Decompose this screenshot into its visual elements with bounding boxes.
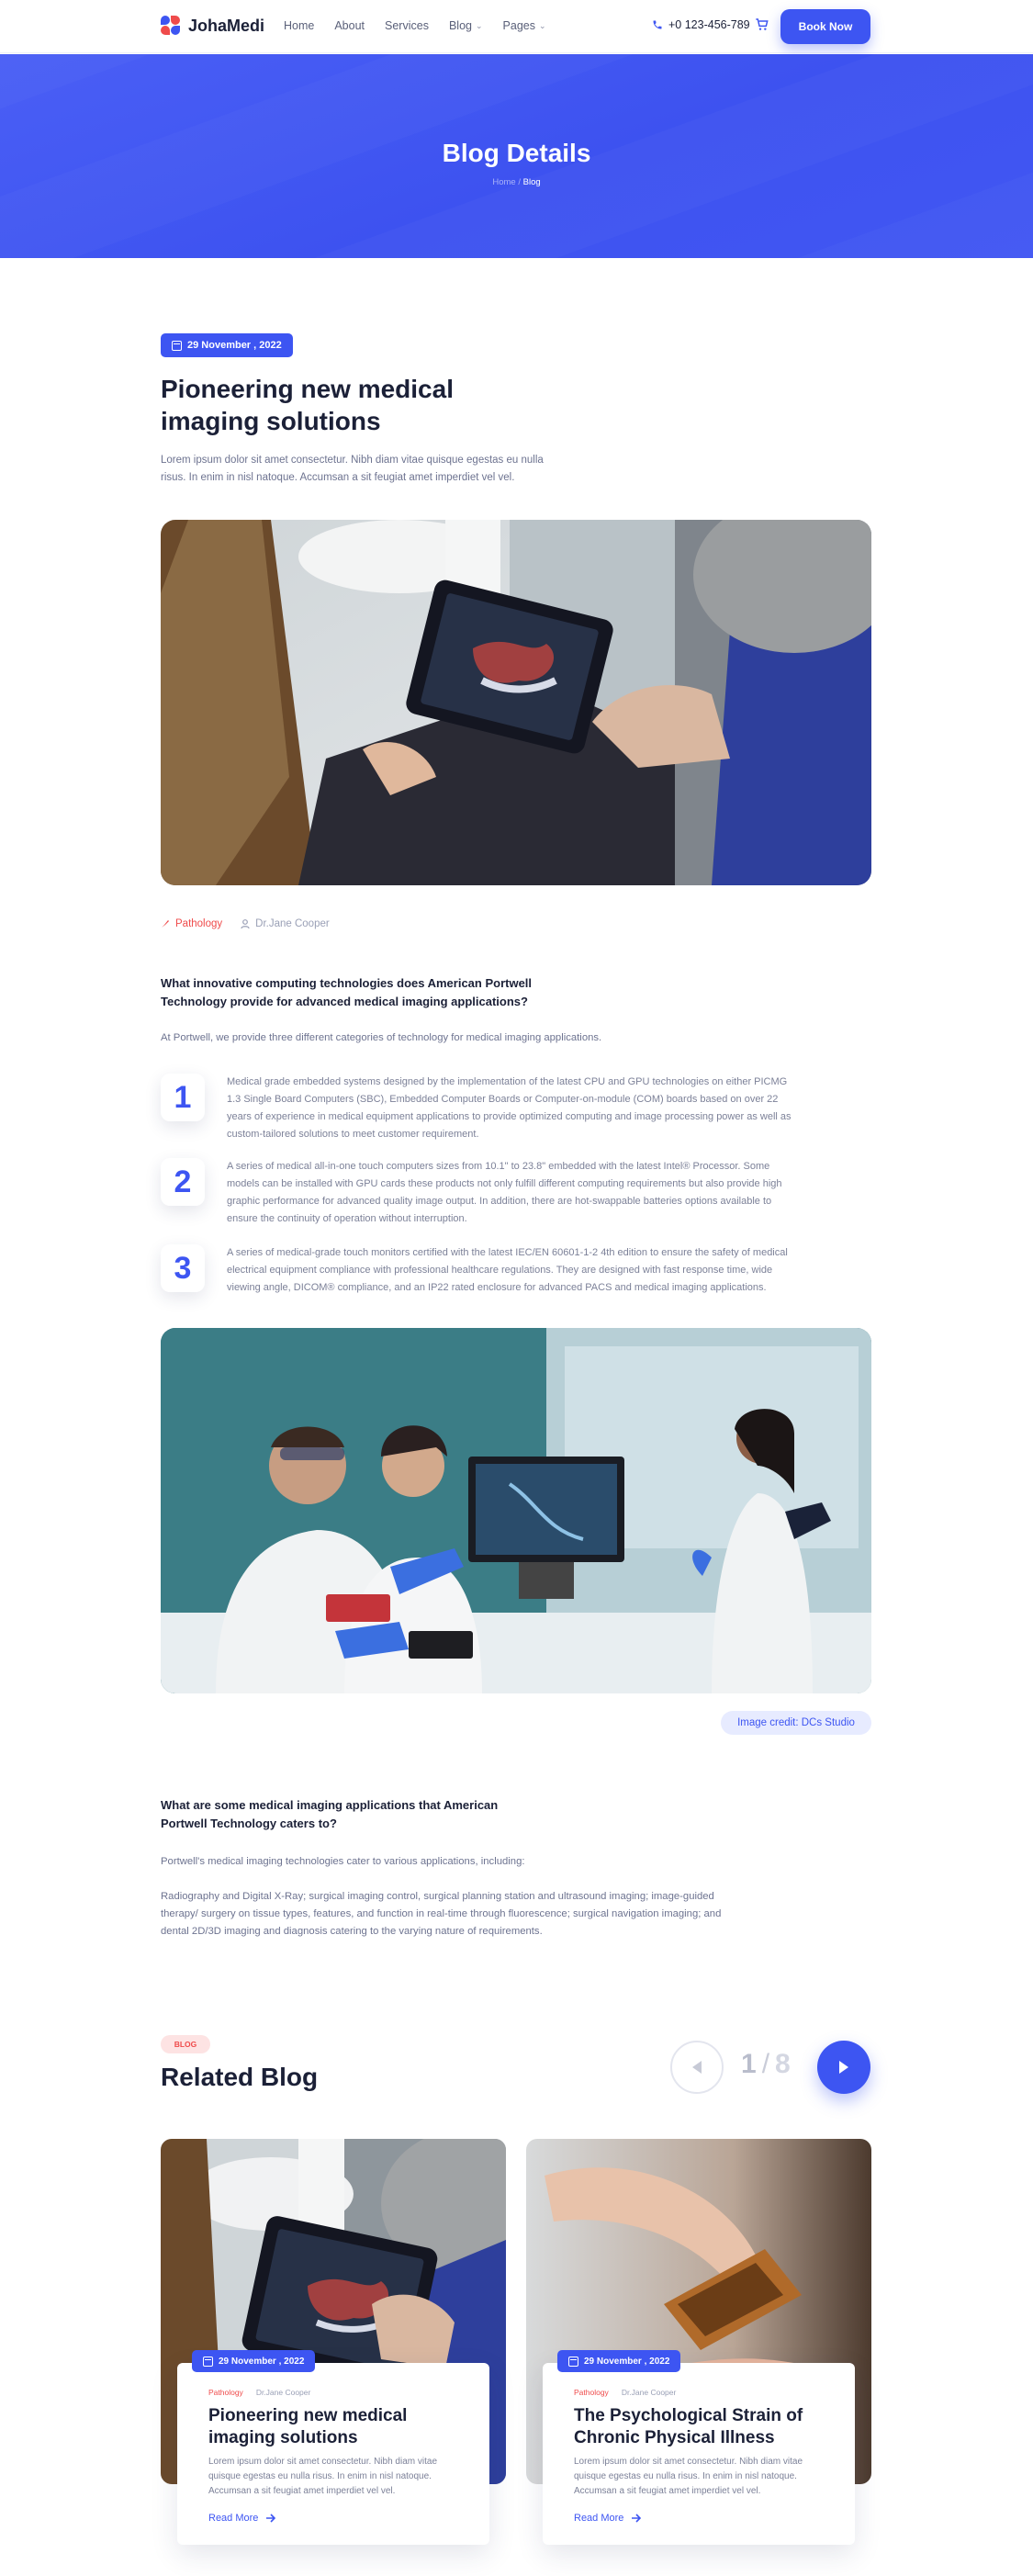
article-date-badge: 29 November , 2022 <box>161 333 293 357</box>
card-title[interactable]: The Psychological Strain of Chronic Phys… <box>574 2405 840 2449</box>
nav-item-home[interactable]: Home <box>284 19 314 32</box>
logo-icon <box>161 16 181 36</box>
section-answer-2a: Portwell's medical imaging technologies … <box>161 1856 525 1867</box>
breadcrumb: Home / Blog <box>0 177 1033 187</box>
brand-name: JohaMedi <box>188 16 265 35</box>
arrow-right-icon <box>266 2514 276 2523</box>
chevron-down-icon: ⌄ <box>475 20 483 30</box>
card-category[interactable]: Pathology <box>574 2388 609 2397</box>
calendar-icon <box>203 2356 213 2367</box>
read-more-label: Read More <box>208 2513 259 2524</box>
section-question-2: What are some medical imaging applicatio… <box>161 1798 499 1830</box>
nav-item-about[interactable]: About <box>334 19 365 32</box>
cart-icon[interactable] <box>755 17 769 32</box>
blog-tag: BLOG <box>161 2035 210 2053</box>
breadcrumb-separator: / <box>518 177 521 187</box>
section-question-1: What innovative computing technologies d… <box>161 976 533 1008</box>
list-item: 1 Medical grade embedded systems designe… <box>161 1074 803 1143</box>
list-item: 2 A series of medical all-in-one touch c… <box>161 1158 803 1228</box>
page-title: Blog Details <box>442 139 591 167</box>
nav-item-pages[interactable]: Pages ⌄ <box>503 19 546 32</box>
card-excerpt: Lorem ipsum dolor sit amet consectetur. … <box>574 2457 803 2496</box>
pager-total: 8 <box>775 2049 791 2079</box>
card-author[interactable]: Dr.Jane Cooper <box>256 2388 311 2397</box>
book-now-button[interactable]: Book Now <box>780 9 870 44</box>
chevron-down-icon: ⌄ <box>538 20 546 30</box>
related-card-body: 29 November , 2022 Pathology Dr.Jane Coo… <box>543 2350 855 2545</box>
phone-link[interactable]: +0 123-456-789 <box>652 18 750 31</box>
list-item: 3 A series of medical-grade touch monito… <box>161 1244 803 1297</box>
article-author[interactable]: Dr.Jane Cooper <box>241 918 330 929</box>
step-number: 2 <box>161 1158 205 1206</box>
pager-current: 1 <box>741 2049 757 2079</box>
article-title: Pioneering new medical imaging solutions <box>161 375 454 435</box>
breadcrumb-current: Blog <box>522 177 541 187</box>
top-nav: JohaMedi Home About Services Blog ⌄ Pages… <box>0 0 1033 53</box>
hero-banner: Blog Details Home / Blog <box>0 54 1033 258</box>
prev-button[interactable] <box>670 2041 724 2094</box>
main-menu: Home About Services Blog ⌄ Pages ⌄ <box>284 19 546 32</box>
read-more-link[interactable]: Read More <box>574 2513 642 2524</box>
arrow-right-icon <box>839 2061 848 2074</box>
article-intro: Lorem ipsum dolor sit amet consectetur. … <box>161 455 544 483</box>
image-credit: Image credit: DCs Studio <box>721 1711 871 1735</box>
category-label: Pathology <box>175 918 223 929</box>
arrow-right-icon <box>632 2514 642 2523</box>
related-title: Related Blog <box>161 2063 319 2091</box>
read-more-label: Read More <box>574 2513 624 2524</box>
card-date: 29 November , 2022 <box>584 2356 670 2367</box>
arrow-left-icon <box>692 2061 702 2074</box>
article-category[interactable]: Pathology <box>161 918 222 929</box>
article-lab-image <box>161 1328 871 1693</box>
card-category[interactable]: Pathology <box>208 2388 243 2397</box>
article-meta: Pathology Dr.Jane Cooper <box>161 918 330 929</box>
user-icon <box>241 918 250 928</box>
card-excerpt: Lorem ipsum dolor sit amet consectetur. … <box>208 2457 437 2496</box>
pager-separator: / <box>761 2049 770 2079</box>
step-number: 1 <box>161 1074 205 1121</box>
phone-number: +0 123-456-789 <box>668 18 750 31</box>
brand-logo[interactable]: JohaMedi <box>161 16 264 36</box>
card-meta: Pathology Dr.Jane Cooper <box>208 2388 310 2397</box>
author-name: Dr.Jane Cooper <box>255 918 330 929</box>
tag-icon <box>162 920 169 928</box>
article-date: 29 November , 2022 <box>187 340 282 351</box>
card-meta: Pathology Dr.Jane Cooper <box>574 2388 676 2397</box>
card-title[interactable]: Pioneering new medical imaging solutions <box>208 2405 475 2449</box>
step-number: 3 <box>161 1244 205 1292</box>
breadcrumb-home[interactable]: Home <box>492 177 515 187</box>
card-date-badge: 29 November , 2022 <box>557 2350 681 2372</box>
nav-item-services[interactable]: Services <box>385 19 429 32</box>
step-text: A series of medical all-in-one touch com… <box>227 1161 782 1224</box>
calendar-icon <box>568 2356 578 2367</box>
pager: 1/8 <box>741 2049 791 2080</box>
next-button[interactable] <box>817 2041 870 2094</box>
card-date-badge: 29 November , 2022 <box>192 2350 316 2372</box>
phone-icon <box>653 20 662 29</box>
section-answer-2b: Radiography and Digital X-Ray; surgical … <box>161 1891 722 1937</box>
step-text: A series of medical-grade touch monitors… <box>227 1247 788 1293</box>
section-answer-1: At Portwell, we provide three different … <box>161 1032 602 1043</box>
card-date: 29 November , 2022 <box>219 2356 305 2367</box>
calendar-icon <box>172 340 182 351</box>
read-more-link[interactable]: Read More <box>208 2513 276 2524</box>
related-card-body: 29 November , 2022 Pathology Dr.Jane Coo… <box>177 2350 489 2545</box>
article-hero-image <box>161 520 871 885</box>
nav-item-blog[interactable]: Blog ⌄ <box>449 19 483 32</box>
card-author[interactable]: Dr.Jane Cooper <box>622 2388 677 2397</box>
step-text: Medical grade embedded systems designed … <box>227 1076 792 1140</box>
